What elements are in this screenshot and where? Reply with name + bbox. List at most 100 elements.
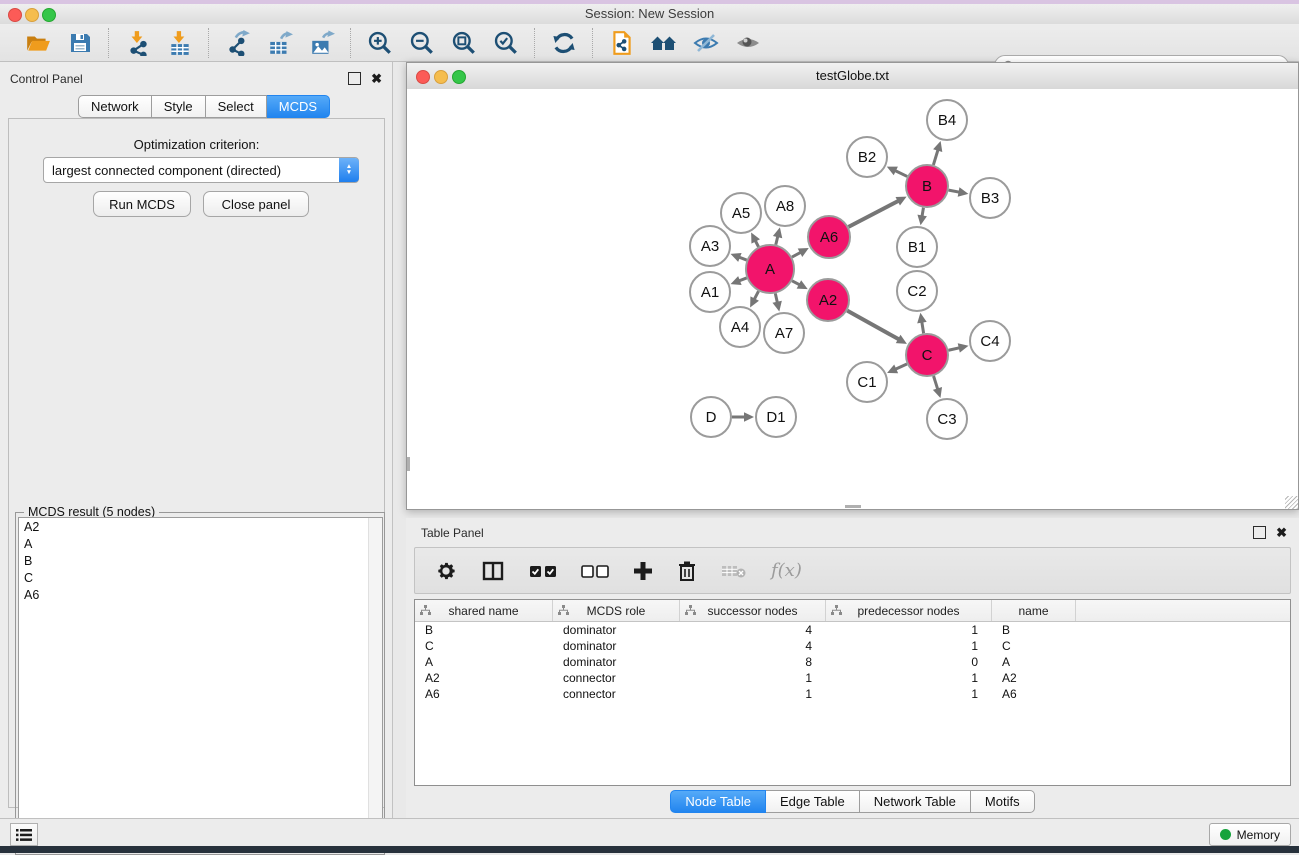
graph-edge[interactable] (849, 200, 901, 227)
task-history-button[interactable] (10, 823, 38, 846)
table-cell[interactable]: B (415, 623, 553, 637)
network-view-window: testGlobe.txt B4B2BB3A5A8A6A3B1AA1C2A2A4… (406, 62, 1299, 510)
table-cell[interactable]: dominator (553, 639, 680, 653)
memory-button[interactable]: Memory (1209, 823, 1291, 846)
table-cell[interactable]: connector (553, 671, 680, 685)
criterion-dropdown[interactable]: largest connected component (directed) ▲… (43, 157, 359, 183)
zoom-out-icon[interactable] (408, 29, 436, 57)
table-cell[interactable]: 1 (826, 639, 992, 653)
mcds-result-item[interactable]: A2 (19, 518, 382, 535)
table-row[interactable]: A2connector11A2 (415, 670, 1290, 686)
close-panel-button[interactable]: Close panel (203, 191, 309, 217)
table-cell[interactable]: 8 (680, 655, 826, 669)
table-cell[interactable]: A (415, 655, 553, 669)
tab-network-table[interactable]: Network Table (860, 790, 971, 813)
minimize-window-button[interactable] (25, 8, 39, 22)
mcds-tab-content: Optimization criterion: largest connecte… (8, 118, 385, 808)
float-panel-icon[interactable] (348, 72, 361, 85)
network-window-titlebar[interactable]: testGlobe.txt (407, 63, 1298, 90)
table-cell[interactable]: 4 (680, 639, 826, 653)
unselect-all-columns-icon[interactable] (581, 556, 609, 586)
export-network-icon[interactable] (224, 29, 252, 57)
tab-node-table[interactable]: Node Table (670, 790, 766, 813)
table-cell[interactable]: 0 (826, 655, 992, 669)
canvas-horizontal-indicator (845, 505, 861, 508)
close-network-window-button[interactable] (416, 70, 430, 84)
table-cell[interactable]: A (992, 655, 1076, 669)
scrollbar-track[interactable] (368, 518, 382, 852)
table-cell[interactable]: A2 (415, 671, 553, 685)
graph-node-label: C3 (937, 411, 956, 428)
table-cell[interactable]: 1 (680, 671, 826, 685)
select-all-columns-icon[interactable] (529, 556, 557, 586)
table-cell[interactable]: 1 (680, 687, 826, 701)
zoom-selected-icon[interactable] (492, 29, 520, 57)
run-mcds-button[interactable]: Run MCDS (93, 191, 191, 217)
table-cell[interactable]: A6 (415, 687, 553, 701)
close-table-panel-icon[interactable]: ✖ (1276, 527, 1287, 538)
table-settings-gear-icon[interactable] (435, 556, 457, 586)
zoom-in-icon[interactable] (366, 29, 394, 57)
hide-panel-eye-icon[interactable] (692, 29, 720, 57)
table-row[interactable]: Adominator80A (415, 654, 1290, 670)
column-header-shared-name[interactable]: shared name (415, 600, 553, 621)
refresh-view-icon[interactable] (550, 29, 578, 57)
table-cell[interactable]: 1 (826, 671, 992, 685)
network-canvas[interactable]: B4B2BB3A5A8A6A3B1AA1C2A2A4A7C4CC1C3DD1 (407, 89, 1298, 509)
export-image-icon[interactable] (308, 29, 336, 57)
mcds-result-item[interactable]: C (19, 569, 382, 586)
float-table-panel-icon[interactable] (1253, 526, 1266, 539)
tab-mcds[interactable]: MCDS (267, 95, 330, 118)
mcds-result-list[interactable]: A2ABCA6 (18, 517, 383, 853)
zoom-network-window-button[interactable] (452, 70, 466, 84)
zoom-fit-icon[interactable] (450, 29, 478, 57)
home-icon[interactable] (650, 29, 678, 57)
network-graph[interactable]: B4B2BB3A5A8A6A3B1AA1C2A2A4A7C4CC1C3DD1 (407, 89, 1298, 509)
table-cell[interactable]: dominator (553, 623, 680, 637)
open-session-icon[interactable] (24, 29, 52, 57)
import-network-icon[interactable] (124, 29, 152, 57)
tab-motifs[interactable]: Motifs (971, 790, 1035, 813)
table-cell[interactable]: connector (553, 687, 680, 701)
tab-select[interactable]: Select (206, 95, 267, 118)
mcds-result-item[interactable]: A6 (19, 586, 382, 603)
table-cell[interactable]: B (992, 623, 1076, 637)
close-window-button[interactable] (8, 8, 22, 22)
resize-grip-icon[interactable] (1285, 496, 1298, 509)
table-cell[interactable]: dominator (553, 655, 680, 669)
table-cell[interactable]: C (415, 639, 553, 653)
table-row[interactable]: Cdominator41C (415, 638, 1290, 654)
table-row[interactable]: A6connector11A6 (415, 686, 1290, 702)
table-body: Bdominator41BCdominator41CAdominator80AA… (415, 622, 1290, 702)
mcds-result-item[interactable]: B (19, 552, 382, 569)
copy-network-view-icon[interactable] (608, 29, 636, 57)
table-cell[interactable]: A6 (992, 687, 1076, 701)
tab-style[interactable]: Style (152, 95, 206, 118)
create-column-plus-icon[interactable] (633, 556, 653, 586)
delete-column-trash-icon[interactable] (677, 556, 697, 586)
node-table[interactable]: shared nameMCDS rolesuccessor nodesprede… (414, 599, 1291, 786)
tab-network[interactable]: Network (78, 95, 152, 118)
graph-edge[interactable] (847, 311, 901, 341)
zoom-window-button[interactable] (42, 8, 56, 22)
mcds-result-item[interactable]: A (19, 535, 382, 552)
column-header-predecessor-nodes[interactable]: predecessor nodes (826, 600, 992, 621)
export-table-icon[interactable] (266, 29, 294, 57)
tab-edge-table[interactable]: Edge Table (766, 790, 860, 813)
close-panel-icon[interactable]: ✖ (371, 73, 382, 84)
minimize-network-window-button[interactable] (434, 70, 448, 84)
import-table-icon[interactable] (166, 29, 194, 57)
delete-table-icon[interactable] (721, 556, 747, 586)
column-header-MCDS-role[interactable]: MCDS role (553, 600, 680, 621)
table-cell[interactable]: A2 (992, 671, 1076, 685)
table-cell[interactable]: 4 (680, 623, 826, 637)
table-cell[interactable]: 1 (826, 623, 992, 637)
table-cell[interactable]: C (992, 639, 1076, 653)
table-row[interactable]: Bdominator41B (415, 622, 1290, 638)
save-session-icon[interactable] (66, 29, 94, 57)
show-columns-icon[interactable] (481, 556, 505, 586)
column-header-successor-nodes[interactable]: successor nodes (680, 600, 826, 621)
column-header-name[interactable]: name (992, 600, 1076, 621)
table-cell[interactable]: 1 (826, 687, 992, 701)
show-panel-eye-icon[interactable] (734, 29, 762, 57)
